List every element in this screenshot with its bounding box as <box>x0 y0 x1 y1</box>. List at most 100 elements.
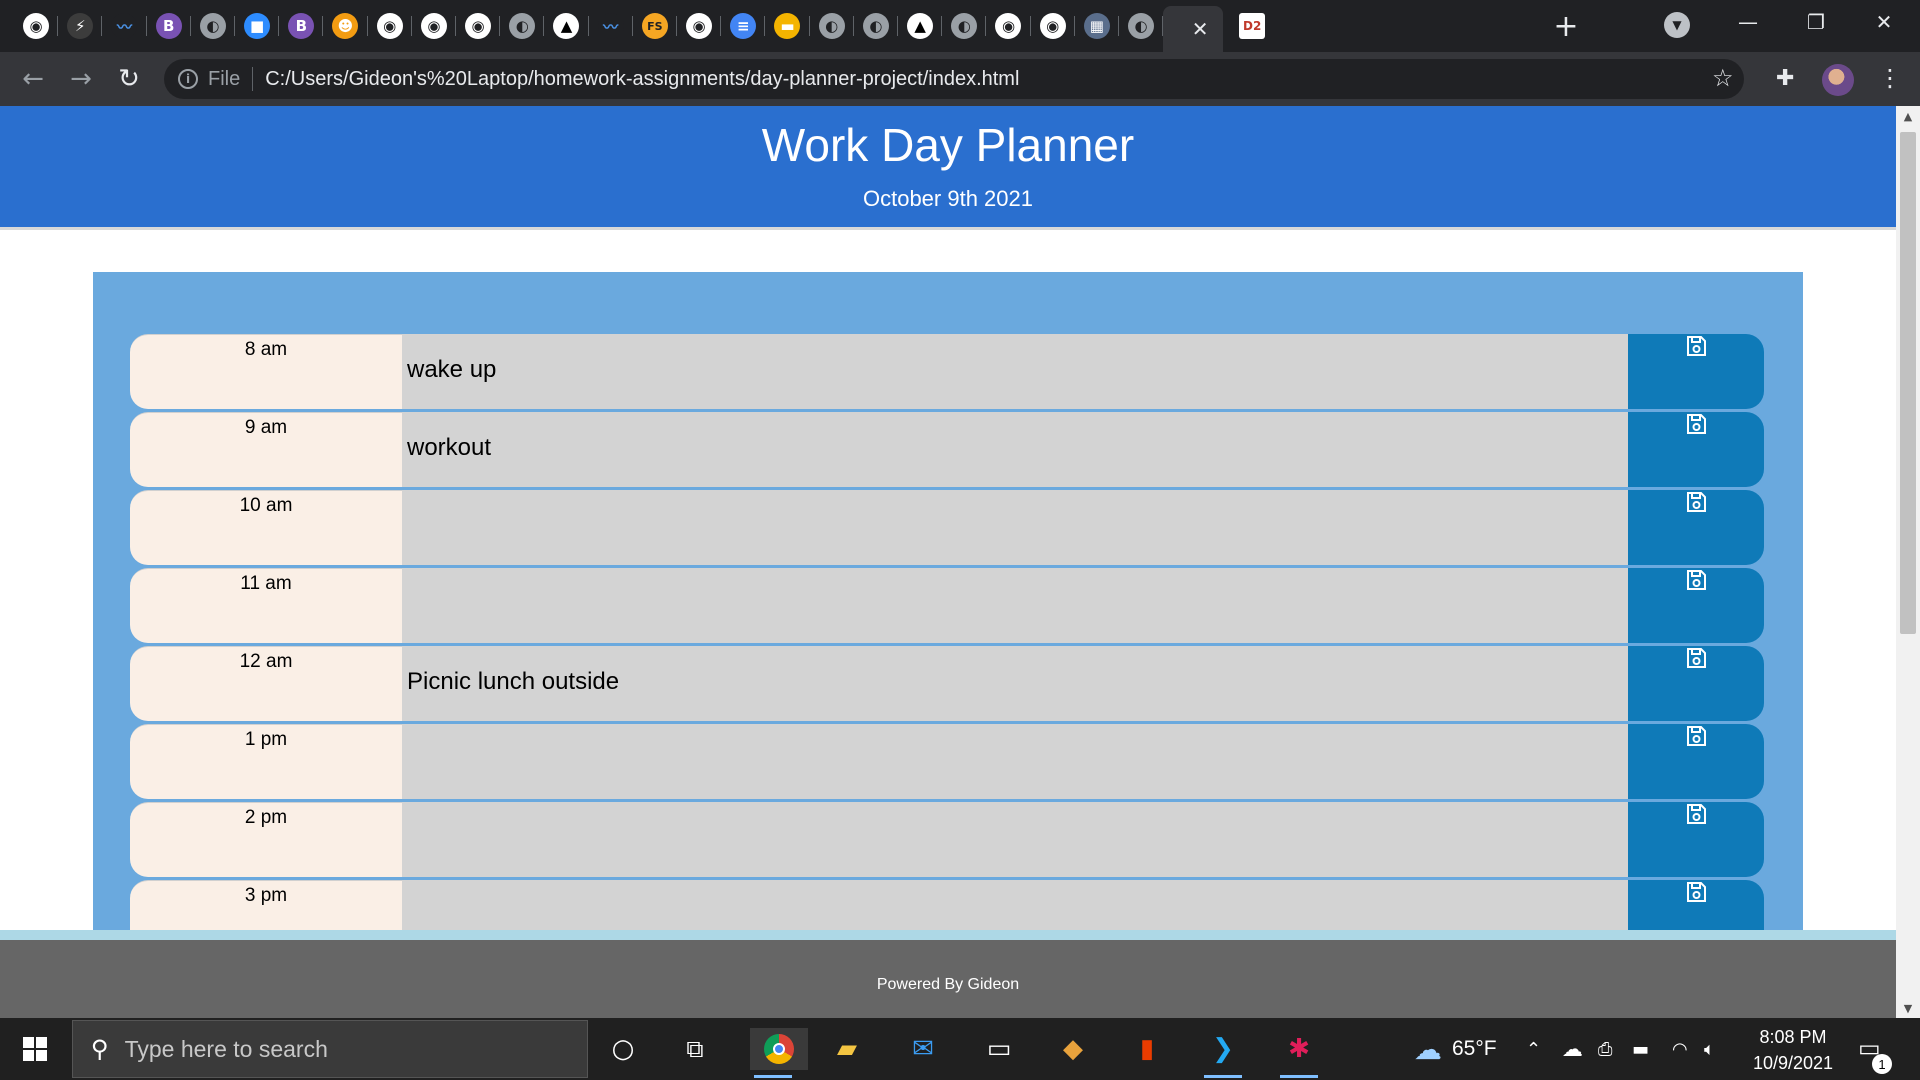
hour-cell: 10 am <box>130 490 402 565</box>
globe-icon: ◐ <box>862 13 889 39</box>
event-text: Picnic lunch outside <box>407 668 620 695</box>
zigzag-icon: ⚡ <box>67 13 94 39</box>
profile-avatar[interactable] <box>1822 64 1854 96</box>
browser-tab-strip: + ▼ — ❐ ✕ ◉ ⚡ 〰 B ◐ ■ B ☻ ◉ ◉ ◉ ◐ ▲ 〰 FS ◉ ≡ ▬ ◐ ◐ ▲ ◐ ◉ ◉ ▦ ◐ ✕ D2 <box>0 0 1920 52</box>
onedrive-icon[interactable]: ☁ <box>1562 1018 1583 1080</box>
browser-tab[interactable]: ▲ <box>898 6 943 46</box>
bookmark-star-icon[interactable]: ☆ <box>1712 64 1734 92</box>
browser-tab[interactable]: ▲ <box>544 6 589 46</box>
slides-icon: ▬ <box>774 13 801 39</box>
scroll-down-arrow-icon[interactable]: ▼ <box>1896 998 1920 1018</box>
browser-tab[interactable]: B <box>147 6 191 46</box>
volume-icon[interactable]: 🔈︎ <box>1704 1018 1715 1080</box>
save-button[interactable] <box>1628 334 1764 409</box>
picture-icon: ▦ <box>1083 13 1110 39</box>
browser-tab[interactable]: ◉ <box>986 6 1031 46</box>
scroll-thumb[interactable] <box>1900 132 1916 634</box>
browser-tab[interactable]: B <box>279 6 324 46</box>
footer-text: Powered By Gideon <box>876 976 1020 993</box>
browser-tab[interactable]: ◐ <box>854 6 898 46</box>
reload-icon[interactable]: ↻ <box>112 62 146 96</box>
start-button[interactable] <box>0 1018 70 1080</box>
browser-tab[interactable]: ◐ <box>810 6 854 46</box>
file-explorer-icon[interactable]: ▰ <box>824 1028 870 1070</box>
browser-tab[interactable]: 〰 <box>589 6 633 46</box>
save-button[interactable] <box>1628 802 1764 877</box>
browser-tab[interactable]: ◉ <box>1031 6 1075 46</box>
current-date: October 9th 2021 <box>862 186 1033 211</box>
show-hidden-icons-icon[interactable]: ⌃ <box>1526 1018 1541 1080</box>
browser-tab[interactable]: ◉ <box>412 6 456 46</box>
save-button[interactable] <box>1628 412 1764 487</box>
event-textarea[interactable]: Picnic lunch outside <box>402 646 1628 721</box>
browser-tab[interactable]: ▬ <box>765 6 810 46</box>
back-arrow-icon[interactable]: ← <box>16 62 50 96</box>
office-icon[interactable]: ▮ <box>1124 1028 1170 1070</box>
address-bar[interactable]: i File C:/Users/Gideon's%20Laptop/homewo… <box>164 59 1744 99</box>
menu-kebab-icon[interactable]: ⋮ <box>1878 64 1902 92</box>
meet-now-icon[interactable]: ⎙ <box>1598 1018 1612 1080</box>
scroll-up-arrow-icon[interactable]: ▲ <box>1896 106 1920 126</box>
page-scrollbar[interactable]: ▲ ▼ <box>1896 106 1920 1018</box>
browser-tab[interactable]: ≡ <box>721 6 766 46</box>
event-text: workout <box>407 434 492 461</box>
event-textarea[interactable] <box>402 568 1628 643</box>
close-window-icon[interactable]: ✕ <box>1854 4 1914 40</box>
event-textarea[interactable]: workout <box>402 412 1628 487</box>
github-icon: ◉ <box>1039 13 1066 39</box>
system-clock[interactable]: 8:08 PM 10/9/2021 <box>1738 1024 1848 1076</box>
slack-icon[interactable]: ✱ <box>1276 1028 1322 1078</box>
event-textarea[interactable] <box>402 724 1628 799</box>
address-url[interactable]: C:/Users/Gideon's%20Laptop/homework-assi… <box>265 68 1019 91</box>
hour-cell: 1 pm <box>130 724 402 799</box>
github-icon: ◉ <box>23 13 50 39</box>
browser-tab[interactable]: ◐ <box>500 6 545 46</box>
browser-tab[interactable]: ■ <box>235 6 280 46</box>
active-browser-tab[interactable]: ✕ <box>1163 6 1224 52</box>
git-icon[interactable]: ◆ <box>1050 1028 1096 1070</box>
forward-arrow-icon[interactable]: → <box>64 62 98 96</box>
weather-widget[interactable]: ☁ 65°F <box>1414 1018 1497 1080</box>
cortana-icon[interactable]: ○ <box>600 1028 646 1070</box>
graduation-cap-icon: ▲ <box>553 13 580 39</box>
task-view-icon[interactable]: ⧉ <box>672 1028 718 1070</box>
browser-tab[interactable]: ◉ <box>677 6 722 46</box>
laptop-icon[interactable]: ▭ <box>976 1028 1022 1070</box>
browser-tab[interactable]: ◉ <box>14 6 59 46</box>
vscode-icon[interactable]: ❯ <box>1200 1028 1246 1078</box>
browser-tab[interactable]: ◐ <box>191 6 235 46</box>
wave-icon: 〰 <box>597 13 624 39</box>
browser-tab[interactable]: ⚡ <box>58 6 103 46</box>
mail-icon[interactable]: ✉ <box>900 1028 946 1070</box>
browser-tab[interactable]: ◉ <box>456 6 501 46</box>
browser-tab[interactable]: FS <box>633 6 677 46</box>
event-textarea[interactable] <box>402 490 1628 565</box>
chrome-icon[interactable] <box>750 1028 808 1078</box>
save-button[interactable] <box>1628 646 1764 721</box>
restore-icon[interactable]: ❐ <box>1786 4 1846 40</box>
browser-tab[interactable]: ▦ <box>1075 6 1119 46</box>
browser-tab[interactable]: ☻ <box>323 6 368 46</box>
battery-icon[interactable]: ▬ <box>1632 1018 1649 1080</box>
tab-search-icon[interactable]: ▼ <box>1664 12 1690 38</box>
new-tab-button[interactable]: + <box>1548 8 1584 44</box>
extensions-puzzle-icon[interactable]: ✚ <box>1776 66 1802 92</box>
close-tab-icon[interactable]: ✕ <box>1192 17 1209 41</box>
save-button[interactable] <box>1628 490 1764 565</box>
info-icon[interactable]: i <box>178 69 198 89</box>
save-button[interactable] <box>1628 724 1764 799</box>
browser-tab[interactable]: ◐ <box>942 6 987 46</box>
save-button[interactable] <box>1628 568 1764 643</box>
wifi-icon[interactable]: ◠ <box>1672 1018 1688 1080</box>
globe-icon: ◐ <box>509 13 536 39</box>
taskbar-search-box[interactable]: ⚲ Type here to search <box>72 1020 588 1078</box>
event-textarea[interactable] <box>402 802 1628 877</box>
browser-tab[interactable]: ◐ <box>1119 6 1164 46</box>
event-textarea[interactable]: wake up <box>402 334 1628 409</box>
page-footer: Powered By Gideon <box>0 930 1896 1018</box>
bootstrap-icon: B <box>288 13 315 39</box>
minimize-icon[interactable]: — <box>1718 4 1778 40</box>
browser-tab[interactable]: ◉ <box>368 6 412 46</box>
browser-tab[interactable]: 〰 <box>102 6 147 46</box>
browser-tab[interactable]: D2 <box>1227 6 1277 46</box>
